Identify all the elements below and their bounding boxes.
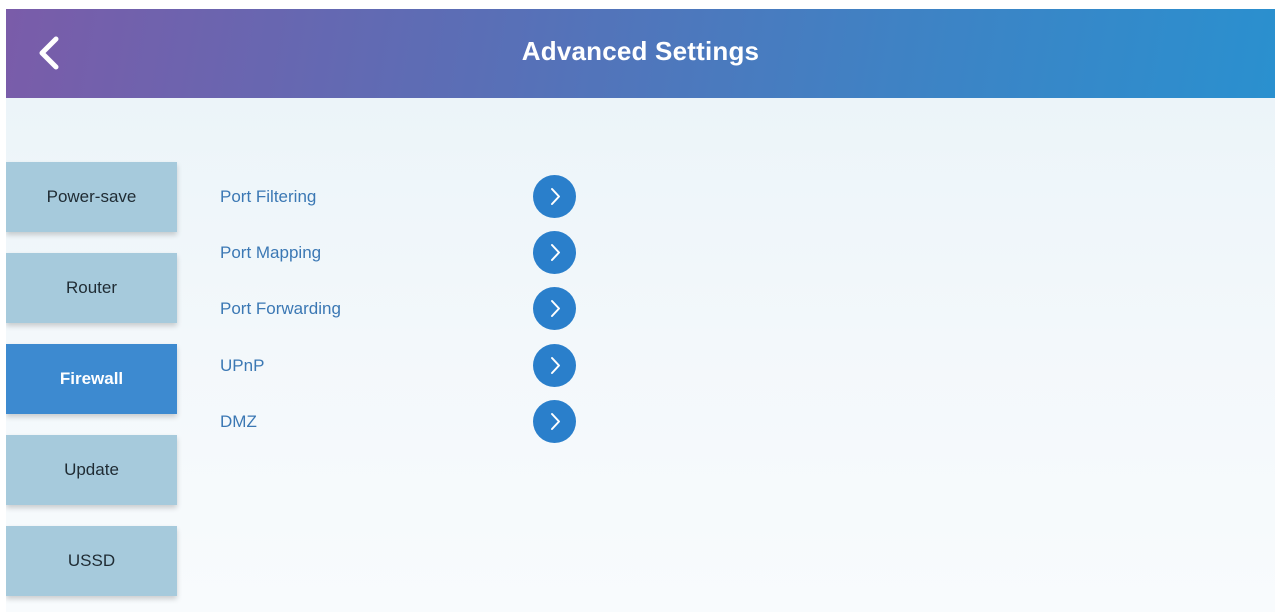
menu-item-upnp[interactable]: UPnP [220,344,580,388]
chevron-right-icon [551,300,560,317]
menu-item-port-forwarding[interactable]: Port Forwarding [220,287,580,331]
dmz-arrow-button[interactable] [533,400,576,443]
port-forwarding-arrow-button[interactable] [533,287,576,330]
upnp-arrow-button[interactable] [533,344,576,387]
chevron-right-icon [551,413,560,430]
port-mapping-arrow-button[interactable] [533,231,576,274]
header-bar: Advanced Settings [6,9,1275,98]
sidebar-item-power-save[interactable]: Power-save [6,162,177,232]
sidebar-item-ussd[interactable]: USSD [6,526,177,596]
menu-item-label: Port Mapping [220,243,322,262]
menu-item-port-mapping[interactable]: Port Mapping [220,231,580,275]
sidebar-item-firewall[interactable]: Firewall [6,344,177,414]
menu-item-port-filtering[interactable]: Port Filtering [220,175,580,219]
menu-item-label: Port Filtering [220,187,317,206]
sidebar-item-router[interactable]: Router [6,253,177,323]
page-title: Advanced Settings [521,36,760,66]
menu-item-label: DMZ [220,412,257,431]
menu-item-dmz[interactable]: DMZ [220,400,580,444]
port-filtering-arrow-button[interactable] [533,175,576,218]
menu-item-label: Port Forwarding [220,299,341,318]
app-frame: Advanced Settings Power-save Router Fire… [6,9,1275,612]
chevron-right-icon [551,188,560,205]
sidebar-item-update[interactable]: Update [6,435,177,505]
menu-item-label: UPnP [220,356,265,375]
chevron-right-icon [551,357,560,374]
chevron-right-icon [551,244,560,261]
